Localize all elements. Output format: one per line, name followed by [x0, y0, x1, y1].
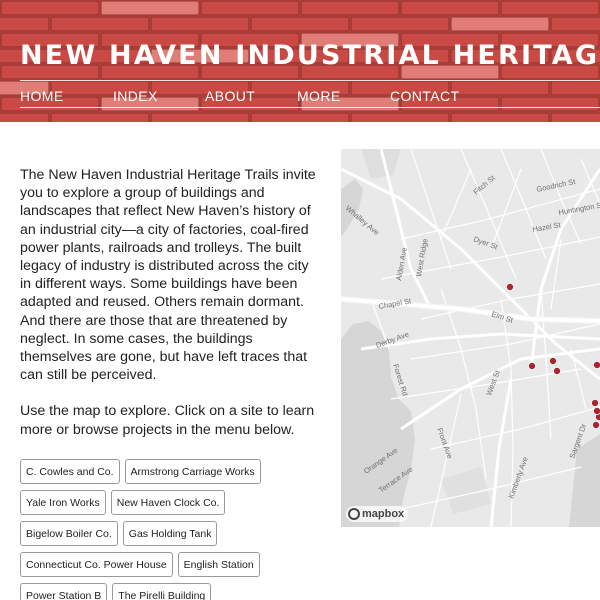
site-row: C. Cowles and Co. Armstrong Carriage Wor…	[20, 459, 340, 484]
brick	[550, 16, 600, 32]
brick	[300, 0, 400, 16]
map-label: Kimberly Ave	[506, 456, 529, 500]
brick	[150, 112, 250, 122]
brick	[250, 112, 350, 122]
brick	[400, 0, 500, 16]
brick	[500, 0, 600, 16]
mapbox-icon	[348, 508, 360, 520]
site-marker[interactable]	[548, 356, 557, 365]
site-list: C. Cowles and Co. Armstrong Carriage Wor…	[20, 459, 340, 600]
brick	[450, 112, 550, 122]
brick	[450, 16, 550, 32]
brick	[350, 112, 450, 122]
brick	[0, 0, 100, 16]
brick	[50, 16, 150, 32]
site-title[interactable]: NEW HAVEN INDUSTRIAL HERITAGE TRAILS	[20, 40, 600, 71]
map-label: Fitch St	[472, 173, 498, 197]
site-button-connecticut-co-power-house[interactable]: Connecticut Co. Power House	[20, 552, 173, 577]
site-button-c-cowles[interactable]: C. Cowles and Co.	[20, 459, 120, 484]
brick	[0, 112, 50, 122]
map-label: Alden Ave	[394, 247, 409, 282]
site-row: Connecticut Co. Power House English Stat…	[20, 552, 340, 577]
intro-paragraph: The New Haven Industrial Heritage Trails…	[20, 167, 316, 384]
map-label: West Ridge	[414, 238, 430, 278]
site-marker[interactable]	[591, 420, 600, 429]
brick	[200, 0, 300, 16]
site-marker[interactable]	[590, 398, 599, 407]
site-marker[interactable]	[552, 366, 561, 375]
brick	[50, 112, 150, 122]
mapbox-logo[interactable]: mapbox	[346, 506, 409, 522]
map-canvas[interactable]: Fitch St Goodrich St Huntington St Whall…	[341, 149, 600, 527]
site-button-yale-iron-works[interactable]: Yale Iron Works	[20, 490, 106, 515]
site-button-english-station[interactable]: English Station	[177, 552, 260, 577]
site-row: Bigelow Boiler Co. Gas Holding Tank	[20, 521, 340, 546]
site-button-armstrong-carriage-works[interactable]: Armstrong Carriage Works	[124, 459, 261, 484]
site-marker[interactable]	[593, 407, 600, 415]
site-button-pirelli-building[interactable]: The Pirelli Building	[112, 583, 212, 600]
intro-text: The New Haven Industrial Heritage Trails…	[20, 166, 320, 457]
brick	[250, 16, 350, 32]
site-row: Power Station B The Pirelli Building	[20, 583, 340, 600]
title-divider	[20, 80, 600, 81]
map-label: Elm St	[490, 309, 515, 325]
mapbox-attribution: mapbox	[362, 508, 405, 520]
brick	[550, 112, 600, 122]
site-header: NEW HAVEN INDUSTRIAL HERITAGE TRAILS HOM…	[0, 0, 600, 122]
site-marker[interactable]	[593, 361, 600, 369]
nav-home[interactable]: HOME	[20, 88, 64, 104]
site-button-new-haven-clock-co[interactable]: New Haven Clock Co.	[110, 490, 226, 515]
map-label: Goodrich St	[536, 177, 578, 194]
nav-about[interactable]: ABOUT	[205, 88, 255, 104]
nav-more[interactable]: MORE	[297, 88, 341, 104]
brick	[100, 0, 200, 16]
site-row: Yale Iron Works New Haven Clock Co.	[20, 490, 340, 515]
brick	[150, 16, 250, 32]
map-label: Front Ave	[435, 427, 454, 460]
site-button-bigelow-boiler-co[interactable]: Bigelow Boiler Co.	[20, 521, 118, 546]
site-marker[interactable]	[505, 282, 514, 291]
harbor-water	[341, 321, 415, 527]
map-label: Chapel St	[378, 296, 413, 311]
site-marker[interactable]	[527, 361, 536, 370]
nav-index[interactable]: INDEX	[113, 88, 158, 104]
site-map[interactable]: Fitch St Goodrich St Huntington St Whall…	[341, 149, 600, 527]
map-label: Hazel St	[532, 220, 562, 234]
main-nav: HOME INDEX ABOUT MORE CONTACT	[0, 88, 600, 106]
brick	[350, 16, 450, 32]
site-button-gas-holding-tank[interactable]: Gas Holding Tank	[122, 521, 218, 546]
brick	[0, 16, 50, 32]
map-instructions: Use the map to explore. Click on a site …	[20, 403, 315, 438]
nav-contact[interactable]: CONTACT	[390, 88, 459, 104]
nav-divider	[20, 107, 600, 108]
site-button-power-station-b[interactable]: Power Station B	[20, 583, 108, 600]
